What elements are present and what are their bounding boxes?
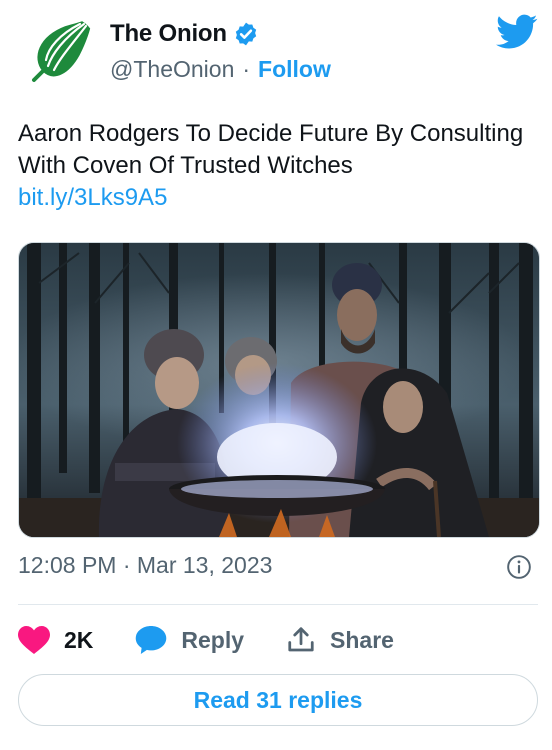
reply-label: Reply <box>181 626 245 653</box>
share-label: Share <box>330 626 394 653</box>
tweet-timestamp[interactable]: 12:08 PM · Mar 13, 2023 <box>18 552 272 579</box>
verified-badge-icon <box>235 22 257 46</box>
like-count: 2K <box>64 626 94 653</box>
handle-row: @TheOnion · Follow <box>110 56 331 83</box>
tweet-media-image[interactable] <box>18 242 540 538</box>
read-replies-button[interactable]: Read 31 replies <box>18 674 538 726</box>
tweet-text: Aaron Rodgers To Decide Future By Consul… <box>18 120 524 179</box>
onion-logo-icon[interactable] <box>18 14 100 96</box>
tweet-link[interactable]: bit.ly/3Lks9A5 <box>18 182 538 214</box>
reply-button[interactable]: Reply <box>135 626 244 654</box>
tweet-card: The Onion @TheOnion · Follow Aaron Rodge… <box>0 0 552 750</box>
like-button[interactable]: 2K <box>18 626 93 654</box>
follow-button[interactable]: Follow <box>258 56 331 83</box>
tweet-actions: 2K Reply Share <box>18 620 436 660</box>
share-button[interactable]: Share <box>286 625 394 655</box>
speech-bubble-icon <box>136 626 167 654</box>
share-upload-icon <box>288 627 314 652</box>
account-handle[interactable]: @TheOnion <box>110 56 234 83</box>
twitter-bird-icon[interactable] <box>496 14 538 50</box>
heart-icon <box>18 626 50 654</box>
tweet-body: Aaron Rodgers To Decide Future By Consul… <box>18 118 538 214</box>
display-name[interactable]: The Onion <box>110 20 227 48</box>
divider <box>18 604 538 605</box>
separator-dot: · <box>242 56 251 82</box>
account-name-row: The Onion <box>110 20 259 48</box>
info-icon[interactable] <box>506 554 532 580</box>
